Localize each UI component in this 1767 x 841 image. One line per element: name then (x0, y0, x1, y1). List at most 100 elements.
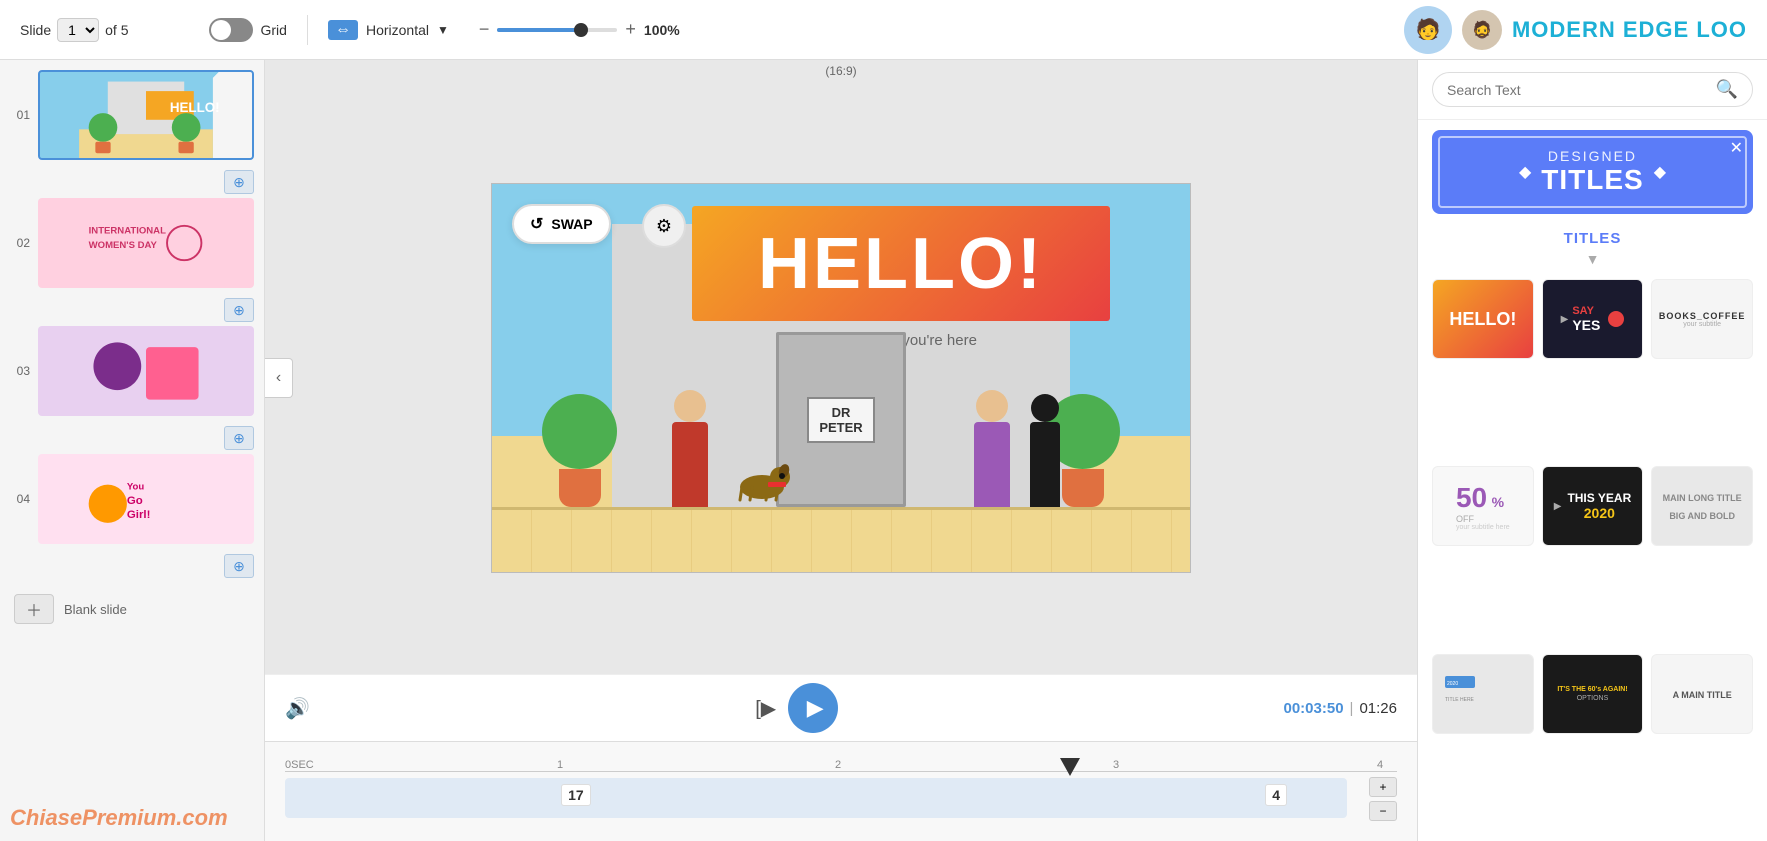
slide-number-3: 03 (10, 364, 30, 378)
card-books-content: BOOKS_COFFEE your subtitle (1659, 311, 1746, 328)
timeline-track[interactable] (285, 778, 1347, 818)
percent-text: % (1492, 494, 1504, 510)
ruler-2: 2 (835, 759, 841, 771)
designed-titles-banner[interactable]: ◆ DESIGNED TITLES ◆ ✕ (1432, 130, 1753, 214)
slide-1-preview: HELLO! (40, 72, 252, 158)
slide-4-preview: You Go Girl! (40, 456, 252, 542)
char1-body (672, 422, 708, 507)
zoom-slider[interactable] (497, 28, 617, 32)
title-card-r3-2[interactable]: IT'S THE 60's AGAIN! OPTIONS (1542, 654, 1644, 734)
svg-text:Girl!: Girl! (127, 509, 151, 521)
avatar-primary[interactable]: 🧑 (1404, 6, 1452, 54)
ruler-1: 1 (557, 759, 563, 771)
orientation-selector[interactable]: ⇔ Horizontal ▼ (328, 20, 449, 40)
hello-banner: HELLO! (692, 206, 1110, 321)
add-blank-slide-button[interactable]: ＋ (14, 594, 54, 624)
collapse-panel-button[interactable]: ‹ (265, 358, 293, 398)
insert-row-3: ⊕ (10, 426, 254, 450)
designed-label: DESIGNED (1541, 148, 1643, 164)
door-sign: DR PETER (807, 397, 874, 443)
title-card-main-title[interactable]: MAIN LONG TITLE BIG AND BOLD (1651, 466, 1753, 546)
timeline-zoom-out-button[interactable]: − (1369, 801, 1397, 821)
a-main-title-text: A MAIN TITLE (1673, 690, 1732, 700)
time-current: 00:03:50 (1284, 700, 1344, 717)
title-card-books-coffee[interactable]: BOOKS_COFFEE your subtitle (1651, 279, 1753, 359)
aspect-ratio-label: (16:9) (265, 60, 1417, 82)
title-card-r3-3[interactable]: A MAIN TITLE (1651, 654, 1753, 734)
avatar-secondary[interactable]: 🧔 (1462, 10, 1502, 50)
canvas-area: (16:9) ‹ HELLO! We are happy you're here… (265, 60, 1417, 841)
close-banner-button[interactable]: ✕ (1730, 138, 1743, 158)
title-card-say-yes[interactable]: ▶ SAY YES (1542, 279, 1644, 359)
title-card-50-off[interactable]: 50 % OFF your subtitle here (1432, 466, 1534, 546)
dot-accent (1608, 311, 1624, 327)
tree-left-pot (559, 469, 601, 507)
slide-nav: Slide 12345 of 5 (20, 18, 129, 42)
door-sign-line2: PETER (819, 420, 862, 435)
grid-toggle-switch[interactable] (209, 18, 253, 42)
off-text: OFF (1456, 514, 1510, 524)
character-1 (672, 390, 708, 507)
slide-thumbnail-2[interactable]: INTERNATIONAL WOMEN'S DAY (38, 198, 254, 288)
brand-name: MODERN EDGE LOO (1512, 17, 1747, 43)
zoom-plus-button[interactable]: + (625, 19, 636, 40)
slide-3-preview (40, 328, 252, 414)
search-input[interactable] (1447, 82, 1708, 98)
timeline-playhead[interactable] (1060, 758, 1080, 776)
timeline-zoom-in-button[interactable]: + (1369, 777, 1397, 797)
slides-panel: 01 HELLO! ⊕ 02 (0, 60, 265, 841)
dog (732, 452, 792, 507)
books-text: BOOKS_COFFEE (1659, 311, 1746, 321)
zoom-slider-thumb (574, 23, 588, 37)
year-number: 2020 (1567, 505, 1631, 521)
volume-button[interactable]: 🔊 (285, 696, 310, 721)
play-button[interactable]: ▶ (788, 683, 838, 733)
slide-thumbnail-4[interactable]: You Go Girl! (38, 454, 254, 544)
playback-bar: 🔊 [▶ ▶ 00:03:50 | 01:26 (265, 674, 1417, 741)
clip-start-button[interactable]: [▶ (755, 696, 776, 721)
swap-button[interactable]: ↺ SWAP (512, 204, 611, 244)
search-icon[interactable]: 🔍 (1716, 79, 1738, 100)
slide-number-2: 02 (10, 236, 30, 250)
ruler-3: 3 (1113, 759, 1119, 771)
tree-right-pot (1062, 469, 1104, 507)
svg-text:2020: 2020 (1447, 681, 1458, 687)
slide-item-3: 03 (10, 326, 254, 416)
insert-after-3-button[interactable]: ⊕ (224, 426, 254, 450)
horizontal-icon: ⇔ (328, 20, 358, 40)
slide-item-4: 04 You Go Girl! (10, 454, 254, 544)
title-card-this-year[interactable]: ▶ THIS YEAR 2020 (1542, 466, 1644, 546)
right-panel-header: 🔍 (1418, 60, 1767, 120)
zoom-minus-button[interactable]: − (479, 19, 490, 40)
svg-text:HELLO!: HELLO! (170, 100, 220, 115)
slide-thumbnail-1[interactable]: HELLO! (38, 70, 254, 160)
ruler-0sec: 0SEC (285, 759, 314, 771)
profile-area: 🧑 🧔 MODERN EDGE LOO (1404, 6, 1747, 54)
slide-thumbnail-3[interactable] (38, 326, 254, 416)
title-card-r3-1[interactable]: 2020 TITLE HERE (1432, 654, 1534, 734)
card-hello-text: HELLO! (1449, 309, 1516, 330)
svg-text:TITLE HERE: TITLE HERE (1445, 697, 1475, 703)
insert-after-1-button[interactable]: ⊕ (224, 170, 254, 194)
designed-title: TITLES (1541, 164, 1643, 196)
zoom-percentage: 100% (644, 22, 680, 38)
diamond-right-icon: ◆ (1654, 162, 1666, 182)
timeline-zoom-controls: + − (1369, 777, 1397, 821)
svg-text:INTERNATIONAL: INTERNATIONAL (89, 225, 166, 236)
zoom-control: − + 100% (479, 19, 680, 40)
insert-after-2-button[interactable]: ⊕ (224, 298, 254, 322)
svg-text:You: You (127, 481, 144, 492)
settings-button[interactable]: ⚙ (642, 204, 686, 248)
time-total: 01:26 (1359, 700, 1397, 717)
dog-icon (732, 452, 792, 502)
slide-number-select[interactable]: 12345 (57, 18, 99, 42)
insert-after-4-button[interactable]: ⊕ (224, 554, 254, 578)
gear-icon: ⚙ (656, 216, 672, 237)
floor (492, 507, 1190, 572)
slide-item-1: 01 HELLO! (10, 70, 254, 160)
search-box[interactable]: 🔍 (1432, 72, 1753, 107)
timeline-marker-17: 17 (561, 784, 591, 806)
this-year-text: THIS YEAR (1567, 491, 1631, 505)
tree-left (542, 394, 617, 507)
title-card-hello[interactable]: HELLO! (1432, 279, 1534, 359)
